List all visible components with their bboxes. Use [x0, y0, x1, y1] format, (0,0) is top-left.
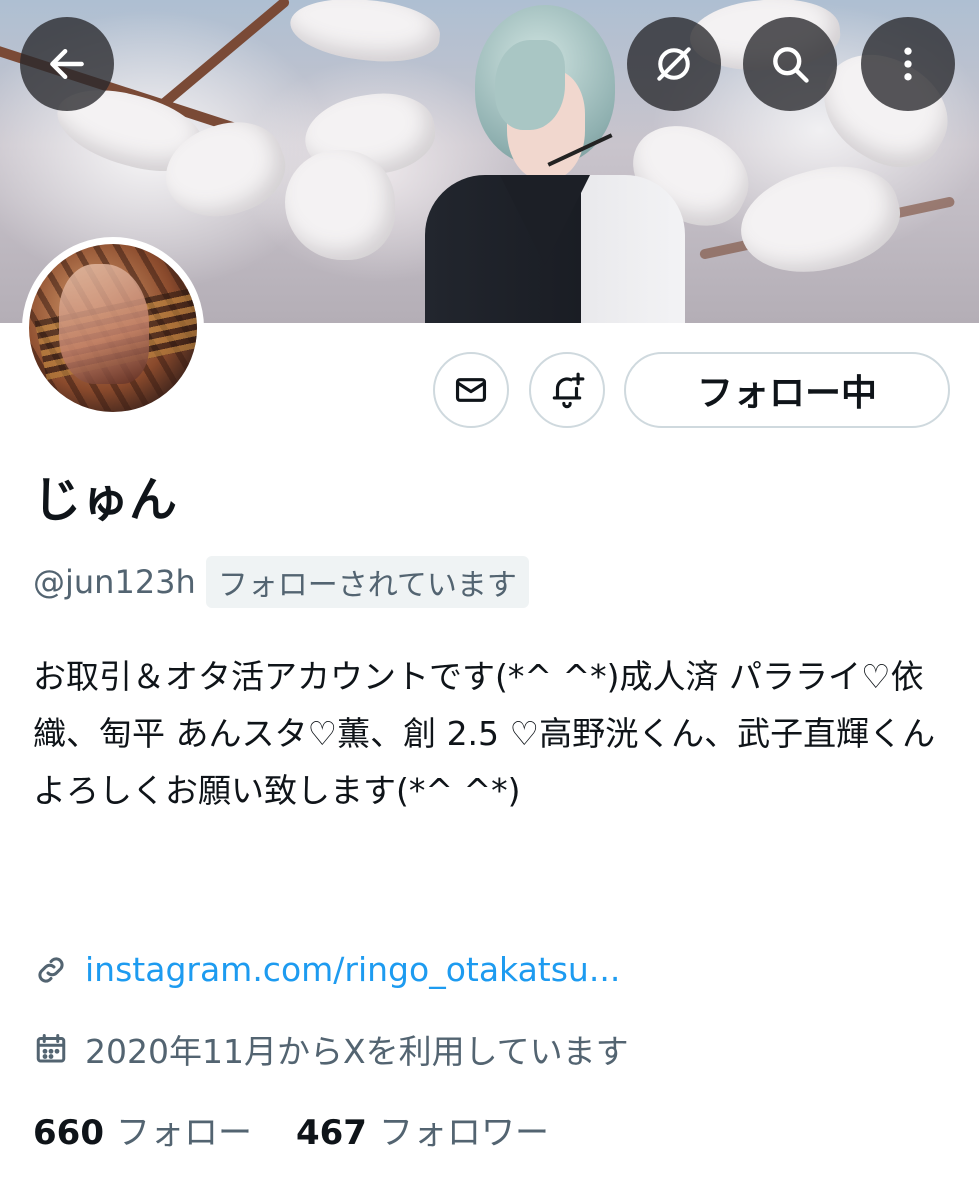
following-stat[interactable]: 660 フォロー	[33, 1105, 252, 1154]
search-icon	[773, 47, 809, 83]
followers-stat[interactable]: 467 フォロワー	[296, 1105, 549, 1154]
search-button[interactable]	[743, 17, 837, 111]
back-button[interactable]	[20, 17, 114, 111]
message-button[interactable]	[433, 352, 509, 428]
grok-button[interactable]	[627, 17, 721, 111]
following-button[interactable]: フォロー中	[624, 352, 950, 428]
following-count: 660	[33, 1113, 104, 1153]
following-button-label: フォロー中	[696, 373, 877, 414]
arrow-left-icon	[50, 48, 84, 80]
website-link[interactable]: instagram.com/ringo_otakatsu...	[85, 950, 620, 989]
display-name: じゅん	[33, 472, 178, 528]
mail-icon	[455, 378, 487, 402]
website-row: instagram.com/ringo_otakatsu...	[33, 950, 620, 989]
notify-button[interactable]	[529, 352, 605, 428]
joined-row: 2020年11月からXを利用しています	[33, 1025, 629, 1073]
avatar[interactable]	[22, 237, 204, 419]
link-icon	[38, 956, 64, 983]
joined-date: 2020年11月からXを利用しています	[85, 1032, 629, 1071]
follows-you-badge: フォローされています	[205, 556, 529, 608]
profile-page: フォロー中 じゅん @jun123h フォローされています お取引＆オタ活アカウ…	[0, 0, 979, 1200]
handle-row: @jun123h フォローされています	[33, 555, 529, 609]
bell-plus-icon	[552, 372, 585, 409]
followers-count: 467	[295, 1113, 367, 1153]
follow-stats: 660 フォロー 467 フォロワー	[33, 1105, 549, 1154]
calendar-icon	[36, 1034, 66, 1063]
more-button[interactable]	[861, 17, 955, 111]
bio: お取引＆オタ活アカウントです(*^ ^*)成人済 パラライ♡依織、匋平 あんスタ…	[33, 657, 936, 810]
following-label: フォロー	[115, 1113, 252, 1153]
grok-icon	[657, 47, 691, 81]
followers-label: フォロワー	[378, 1113, 549, 1153]
more-vertical-icon	[904, 47, 912, 81]
handle: @jun123h	[33, 563, 196, 601]
